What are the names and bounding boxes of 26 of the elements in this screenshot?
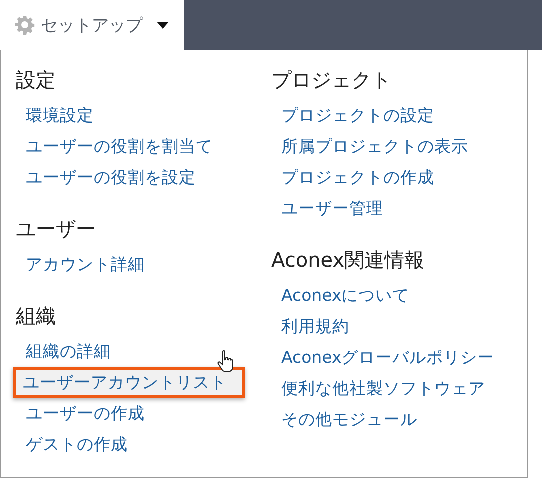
menu-link[interactable]: その他モジュール — [272, 404, 428, 435]
section-heading: 組織 — [16, 304, 56, 328]
menu-link[interactable]: ゲストの作成 — [16, 429, 138, 460]
hand-cursor-icon — [217, 350, 235, 374]
menu-link[interactable]: アカウント詳細 — [16, 249, 155, 280]
menu-link[interactable]: プロジェクトの作成 — [272, 162, 444, 193]
menu-link[interactable]: Aconexグローバルポリシー — [272, 342, 505, 373]
section-heading: Aconex関連情報 — [272, 248, 425, 272]
menu-link[interactable]: 環境設定 — [16, 100, 104, 131]
menu-link[interactable]: 便利な他社製ソフトウェア — [272, 373, 496, 404]
section-heading: プロジェクト — [272, 68, 392, 92]
menu-link[interactable]: ユーザーの役割を設定 — [16, 162, 206, 193]
menu-link[interactable]: Aconexについて — [272, 280, 420, 311]
menu-link[interactable]: ユーザー管理 — [272, 193, 394, 224]
menu-link[interactable]: 所属プロジェクトの表示 — [272, 131, 478, 162]
setup-menu-button[interactable]: セットアップ — [0, 0, 184, 50]
menu-link[interactable]: ユーザーの役割を割当て — [16, 131, 223, 162]
menu-link[interactable]: ユーザーアカウントリスト — [13, 367, 245, 398]
gear-icon — [15, 15, 35, 35]
section-heading: 設定 — [16, 68, 56, 92]
section-heading: ユーザー — [16, 217, 96, 241]
menu-link[interactable]: 利用規約 — [272, 311, 360, 342]
menu-link[interactable]: プロジェクトの設定 — [272, 100, 444, 131]
menu-link[interactable]: 組織の詳細 — [16, 336, 121, 367]
caret-icon — [157, 22, 169, 28]
menu-link[interactable]: ユーザーの作成 — [16, 398, 155, 429]
